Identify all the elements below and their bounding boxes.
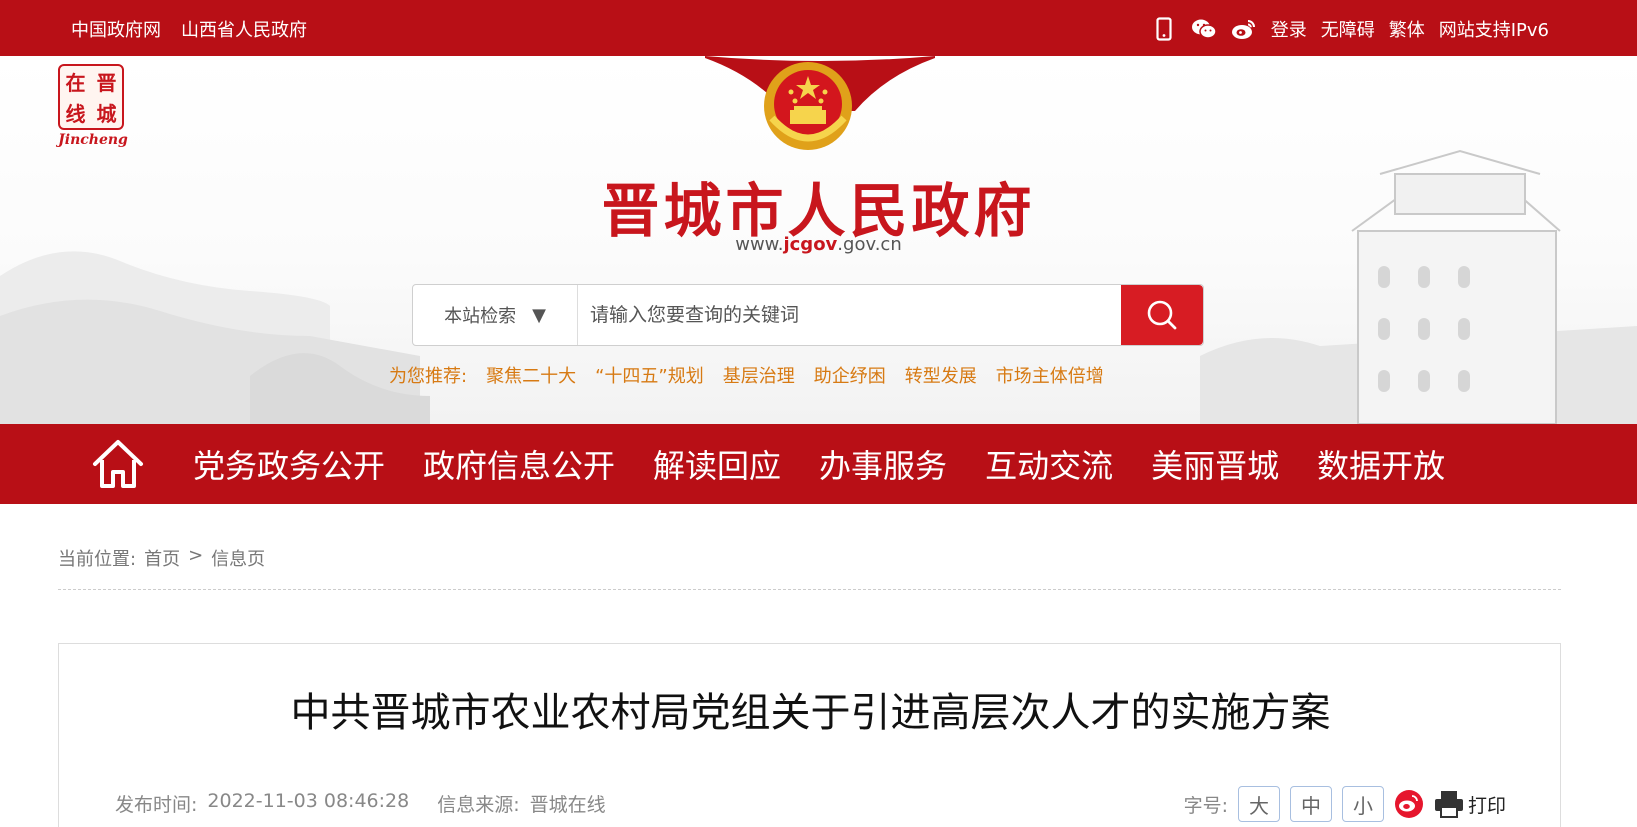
- search-button[interactable]: [1121, 285, 1203, 345]
- nav-item-beautiful-jincheng[interactable]: 美丽晋城: [1132, 441, 1298, 487]
- main-nav: 党务政务公开 政府信息公开 解读回应 办事服务 互动交流 美丽晋城 数据开放: [0, 424, 1637, 504]
- recommend-link[interactable]: 转型发展: [905, 362, 977, 388]
- home-icon[interactable]: [90, 436, 146, 492]
- breadcrumb-divider: [58, 589, 1561, 590]
- ipv6-label: 网站支持IPv6: [1438, 20, 1549, 41]
- font-size-label: 字号:: [1183, 794, 1228, 817]
- logo-char: 在: [65, 71, 86, 95]
- accessibility-link[interactable]: 无障碍: [1321, 16, 1375, 42]
- breadcrumb-label: 当前位置:: [58, 549, 137, 570]
- recommend-link[interactable]: 助企纾困: [814, 362, 886, 388]
- national-emblem-icon: [764, 62, 852, 150]
- login-link[interactable]: 登录: [1271, 16, 1307, 42]
- wechat-icon[interactable]: [1191, 16, 1217, 42]
- recommend-link[interactable]: 基层治理: [723, 362, 795, 388]
- recommend-link[interactable]: 市场主体倍增: [996, 362, 1104, 388]
- nav-item-interaction[interactable]: 互动交流: [966, 441, 1132, 487]
- nav-item-gov-info[interactable]: 政府信息公开: [404, 441, 634, 487]
- logo-char: 晋: [96, 71, 117, 95]
- nav-item-services[interactable]: 办事服务: [800, 441, 966, 487]
- site-url: www.jcgov.gov.cn: [0, 234, 1637, 255]
- breadcrumb-current[interactable]: 信息页: [211, 545, 265, 571]
- recommend-label: 为您推荐:: [389, 366, 468, 387]
- source-value: 晋城在线: [529, 794, 606, 816]
- nav-item-open-data[interactable]: 数据开放: [1298, 441, 1464, 487]
- logo-char: 城: [96, 102, 117, 126]
- recommend-row: 为您推荐: 聚焦二十大 “十四五”规划 基层治理 助企纾困 转型发展 市场主体倍…: [389, 362, 1104, 388]
- link-shanxi-gov[interactable]: 山西省人民政府: [181, 16, 307, 42]
- logo-char: 线: [65, 102, 86, 126]
- font-size-small-button[interactable]: 小: [1341, 786, 1384, 822]
- search-scope-select[interactable]: 本站检索 ▼: [413, 285, 578, 345]
- article-meta: 发布时间: 2022-11-03 08:46:28 信息来源: 晋城在线: [115, 790, 606, 817]
- breadcrumb-home[interactable]: 首页: [144, 545, 180, 571]
- url-suffix: .gov.cn: [837, 234, 902, 255]
- weibo-icon[interactable]: [1231, 16, 1257, 42]
- publish-time: 2022-11-03 08:46:28: [207, 790, 410, 812]
- recommend-link[interactable]: “十四五”规划: [595, 362, 704, 388]
- link-gov-cn[interactable]: 中国政府网: [71, 16, 161, 42]
- font-size-large-button[interactable]: 大: [1237, 786, 1280, 822]
- print-label: 打印: [1467, 794, 1506, 817]
- search-input[interactable]: [578, 285, 1121, 345]
- search-bar: 本站检索 ▼: [412, 284, 1204, 346]
- logo-caption: Jincheng: [58, 132, 128, 148]
- search-icon: [1147, 300, 1177, 330]
- breadcrumb: 当前位置: 首页 > 信息页: [58, 545, 265, 571]
- search-scope-label: 本站检索: [444, 306, 517, 327]
- publish-time-label: 发布时间:: [115, 794, 198, 816]
- recommend-link[interactable]: 聚焦二十大: [486, 362, 576, 388]
- printer-icon: [1434, 791, 1463, 818]
- print-button[interactable]: 打印: [1434, 790, 1506, 818]
- weibo-share-icon[interactable]: [1394, 789, 1424, 819]
- nav-item-party-affairs[interactable]: 党务政务公开: [174, 441, 404, 487]
- url-domain: jcgov: [783, 234, 838, 255]
- caret-down-icon: ▼: [532, 304, 546, 326]
- top-bar: 中国政府网 山西省人民政府 登录 无障碍 繁体 网站支持IPv6: [0, 0, 1637, 56]
- top-links: 中国政府网 山西省人民政府: [71, 16, 307, 42]
- traditional-chinese-link[interactable]: 繁体: [1389, 16, 1425, 42]
- jincheng-online-logo[interactable]: 在 晋 线 城 Jincheng: [58, 64, 128, 156]
- article-title: 中共晋城市农业农村局党组关于引进高层次人才的实施方案: [290, 690, 1331, 736]
- breadcrumb-separator: >: [188, 545, 204, 566]
- site-header: 在 晋 线 城 Jincheng 晋城市人民政府 www.jcgov.gov.c…: [0, 56, 1637, 424]
- article-tools: 字号: 大 中 小 打印: [1184, 786, 1506, 822]
- font-size-medium-button[interactable]: 中: [1289, 786, 1332, 822]
- mobile-icon[interactable]: [1151, 16, 1177, 42]
- article-panel: 中共晋城市农业农村局党组关于引进高层次人才的实施方案 发布时间: 2022-11…: [58, 643, 1561, 827]
- top-tools: 登录 无障碍 繁体 网站支持IPv6: [1151, 16, 1549, 42]
- source-label: 信息来源:: [437, 794, 520, 816]
- url-prefix: www.: [735, 234, 784, 255]
- nav-item-interpretation[interactable]: 解读回应: [634, 441, 800, 487]
